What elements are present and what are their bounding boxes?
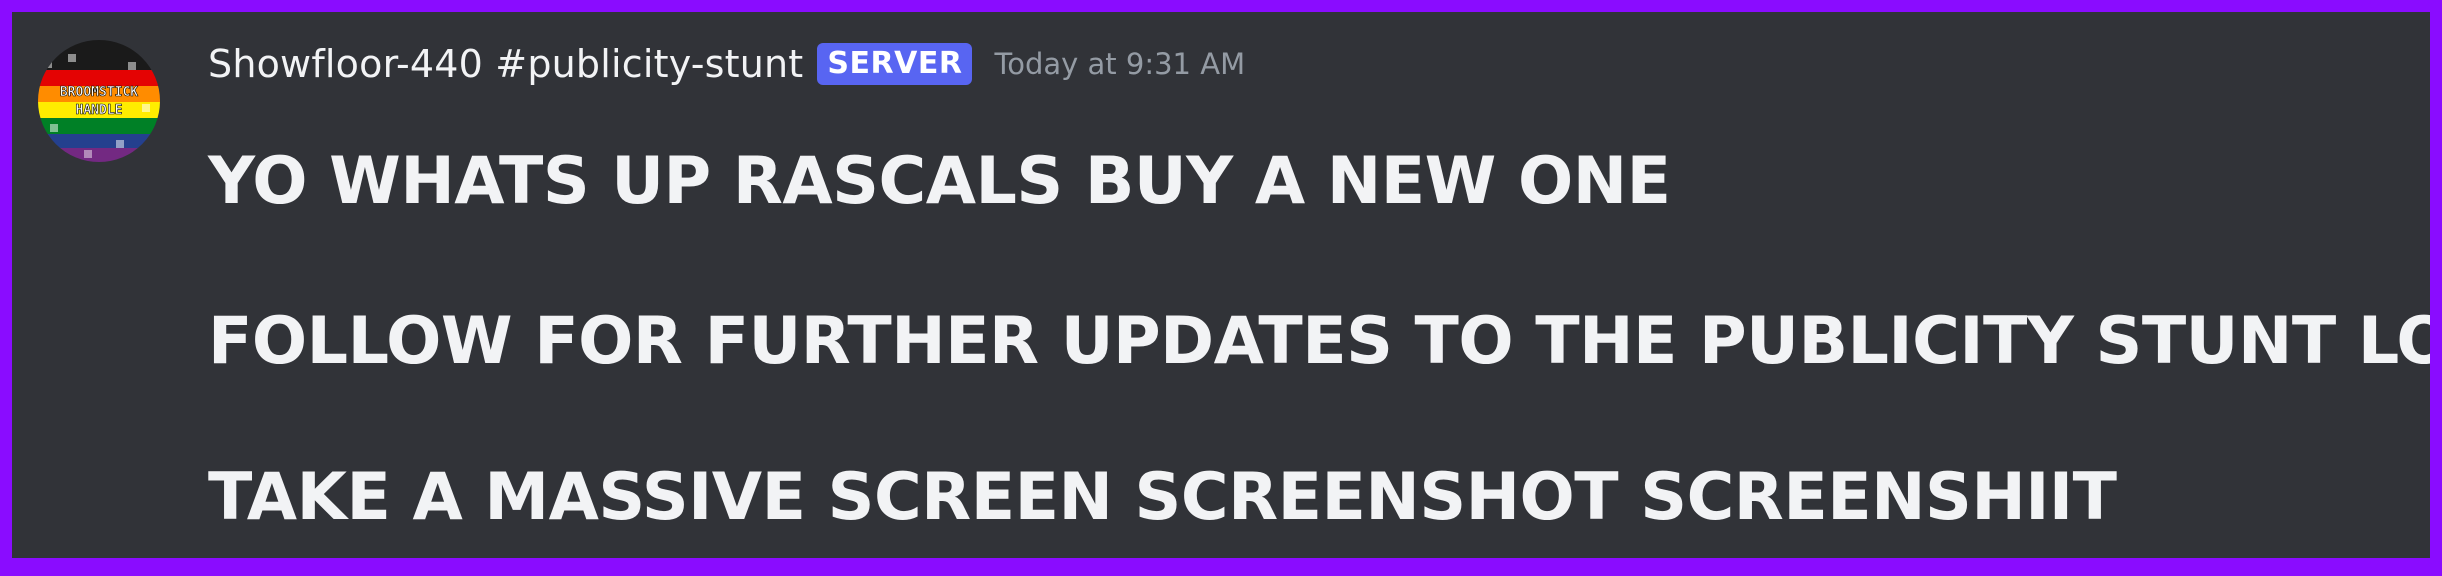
author-name[interactable]: Showfloor-440 #publicity-stunt [208,42,803,86]
avatar-text-bottom: HANDLE [76,103,123,118]
avatar-image: BROOMSTICK HANDLE [38,40,160,162]
avatar[interactable]: BROOMSTICK HANDLE [38,40,160,162]
message-header: Showfloor-440 #publicity-stunt SERVER To… [208,36,1245,92]
message-frame: BROOMSTICK HANDLE Showfloor-440 #publici… [12,12,2430,558]
message-line-2: FOLLOW FOR FURTHER UPDATES TO THE PUBLIC… [208,304,2430,379]
avatar-text-top: BROOMSTICK [60,85,138,100]
server-badge[interactable]: SERVER [817,43,973,85]
message-timestamp[interactable]: Today at 9:31 AM [994,47,1245,81]
message-line-1: YO WHATS UP RASCALS BUY A NEW ONE [208,144,1671,219]
message-line-3: TAKE A MASSIVE SCREEN SCREENSHOT SCREENS… [208,460,2117,535]
